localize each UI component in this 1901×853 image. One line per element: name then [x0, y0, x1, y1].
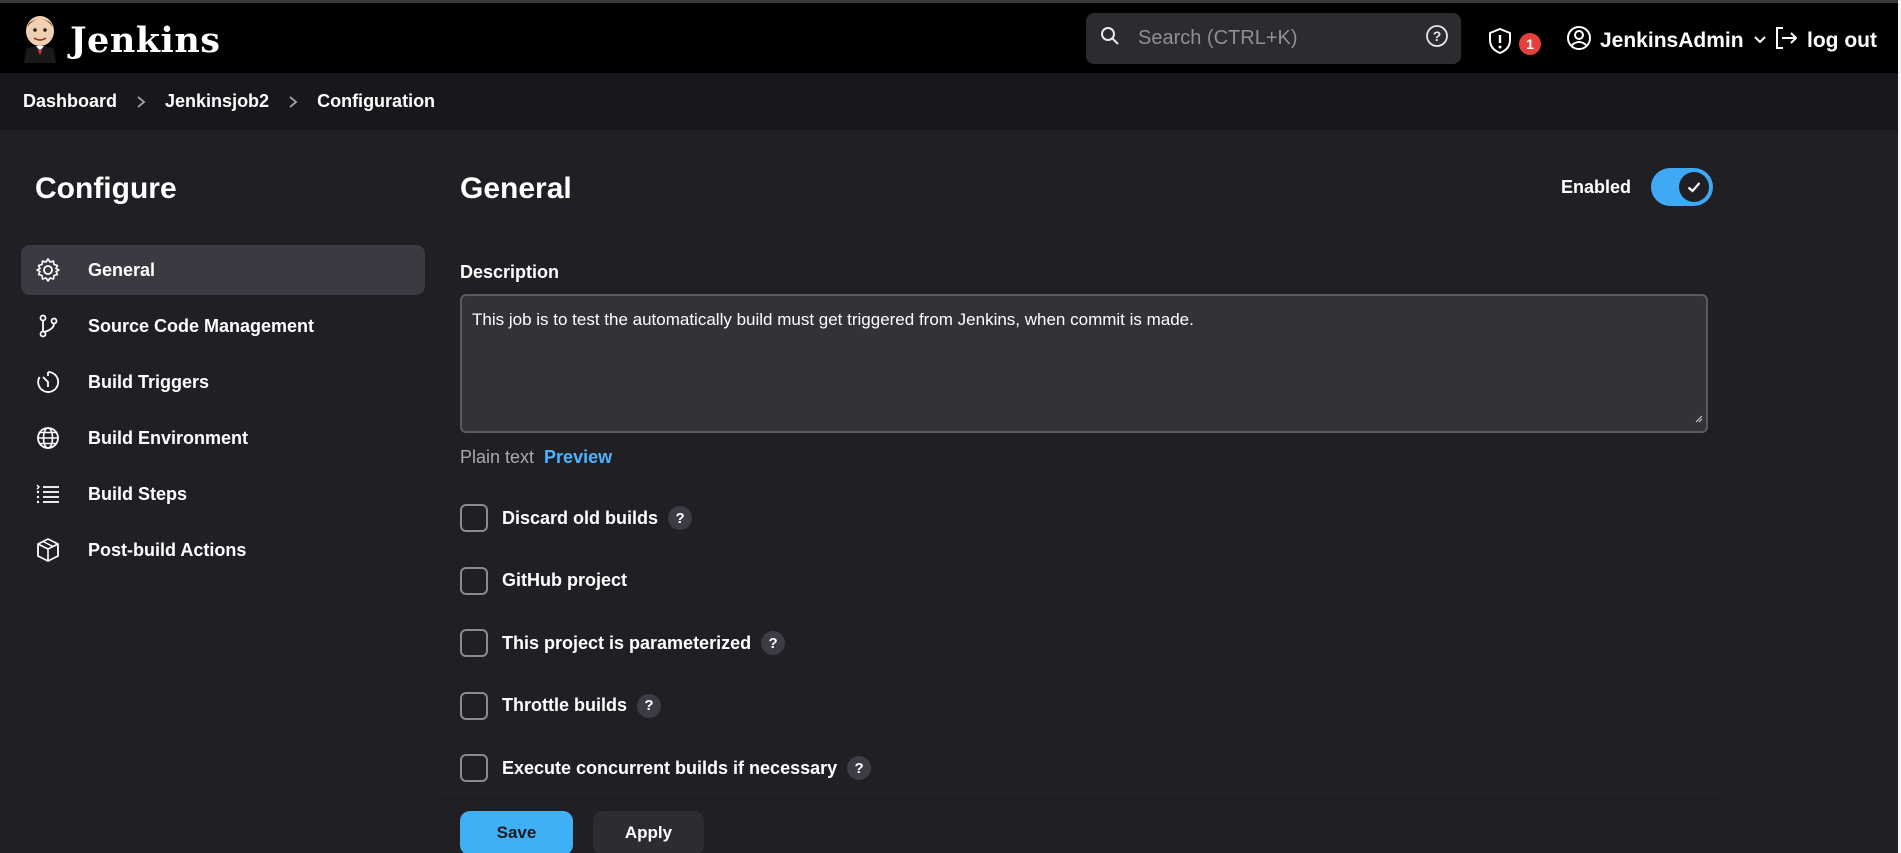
option-label[interactable]: Discard old builds	[502, 508, 658, 529]
sidebar-item-build-environment[interactable]: Build Environment	[21, 413, 425, 463]
gear-icon	[35, 257, 61, 283]
sidebar-title: Configure	[35, 172, 177, 205]
svg-text:?: ?	[1433, 28, 1442, 44]
help-icon[interactable]: ?	[847, 756, 872, 780]
sidebar-item-label: Build Triggers	[88, 371, 210, 392]
sidebar-nav: General Source Code Management Build Tri…	[21, 245, 425, 581]
top-header: Jenkins Search (CTRL+K) ? 1 JenkinsAdmin…	[0, 0, 1898, 73]
sidebar-item-build-triggers[interactable]: Build Triggers	[21, 357, 425, 407]
preview-link[interactable]: Preview	[544, 447, 612, 468]
sidebar-item-label: Build Environment	[88, 427, 249, 448]
description-format-row: Plain text Preview	[460, 447, 612, 468]
security-alerts-button[interactable]: 1	[1487, 27, 1541, 61]
username: JenkinsAdmin	[1600, 29, 1744, 52]
save-button[interactable]: Save	[460, 811, 573, 853]
sidebar-item-label: General	[88, 259, 156, 280]
concurrent-builds-checkbox[interactable]	[460, 754, 488, 782]
option-throttle-builds: Throttle builds ?	[460, 691, 871, 721]
user-menu-button[interactable]: JenkinsAdmin	[1566, 25, 1768, 57]
option-github-project: GitHub project	[460, 566, 871, 596]
breadcrumb-configuration[interactable]: Configuration	[317, 91, 435, 112]
search-box[interactable]: Search (CTRL+K) ?	[1086, 13, 1461, 64]
option-label[interactable]: Throttle builds	[502, 695, 627, 716]
sidebar-item-label: Post-build Actions	[88, 539, 247, 560]
help-circle-icon[interactable]: ?	[1425, 24, 1449, 53]
jenkins-configure-page: Jenkins Search (CTRL+K) ? 1 JenkinsAdmin…	[0, 0, 1901, 853]
timer-icon	[35, 369, 61, 395]
option-concurrent-builds: Execute concurrent builds if necessary ?	[460, 753, 872, 783]
search-icon	[1100, 26, 1120, 51]
help-icon[interactable]: ?	[761, 631, 786, 655]
chevron-right-icon	[135, 95, 147, 109]
parameterized-checkbox[interactable]	[460, 629, 488, 657]
list-icon	[35, 481, 61, 507]
globe-icon	[35, 425, 61, 451]
general-options: Discard old builds ? GitHub project This…	[460, 503, 872, 816]
github-project-checkbox[interactable]	[460, 566, 488, 595]
resize-grip-icon[interactable]	[1693, 408, 1703, 428]
option-label[interactable]: GitHub project	[502, 570, 627, 591]
option-label[interactable]: This project is parameterized	[502, 633, 751, 654]
option-discard-old-builds: Discard old builds ?	[460, 503, 871, 533]
logout-button[interactable]: log out	[1773, 25, 1877, 57]
discard-old-builds-checkbox[interactable]	[460, 504, 488, 532]
jenkins-home-link[interactable]: Jenkins	[22, 13, 220, 68]
jenkins-logo-icon	[22, 13, 58, 68]
brand-name: Jenkins	[70, 20, 221, 61]
sidebar-item-general[interactable]: General	[21, 245, 425, 295]
sidebar-item-source-code-management[interactable]: Source Code Management	[21, 301, 425, 351]
sidebar-item-build-steps[interactable]: Build Steps	[21, 469, 425, 519]
section-title: General	[460, 172, 572, 205]
description-label: Description	[460, 262, 560, 282]
git-branch-icon	[35, 313, 61, 339]
description-textarea[interactable]: This job is to test the automatically bu…	[460, 294, 1708, 433]
breadcrumb-job[interactable]: Jenkinsjob2	[165, 91, 269, 112]
sidebar-item-label: Build Steps	[88, 483, 188, 504]
logout-label: log out	[1807, 29, 1877, 52]
option-label[interactable]: Execute concurrent builds if necessary	[502, 758, 837, 779]
breadcrumb: Dashboard Jenkinsjob2 Configuration	[0, 73, 1898, 130]
check-icon	[1679, 172, 1710, 202]
sidebar-item-post-build-actions[interactable]: Post-build Actions	[21, 525, 425, 575]
security-count-badge: 1	[1519, 33, 1541, 55]
sidebar-item-label: Source Code Management	[88, 315, 315, 336]
apply-button[interactable]: Apply	[593, 811, 704, 853]
shield-alert-icon	[1487, 27, 1513, 61]
enabled-toggle[interactable]	[1651, 168, 1714, 206]
user-avatar-icon	[1566, 25, 1592, 57]
help-icon[interactable]: ?	[668, 506, 693, 530]
help-icon[interactable]: ?	[637, 693, 661, 718]
description-text: This job is to test the automatically bu…	[472, 310, 1194, 329]
logout-icon	[1773, 25, 1799, 57]
enabled-label: Enabled	[1561, 176, 1632, 197]
plain-text-label: Plain text	[460, 447, 535, 467]
chevron-right-icon	[287, 95, 299, 109]
search-input[interactable]: Search (CTRL+K)	[1138, 27, 1425, 50]
throttle-builds-checkbox[interactable]	[460, 691, 488, 720]
chevron-down-icon	[1752, 29, 1768, 53]
enabled-control: Enabled	[1561, 168, 1714, 206]
breadcrumb-dashboard[interactable]: Dashboard	[23, 91, 117, 112]
option-parameterized: This project is parameterized ?	[460, 628, 871, 658]
cube-icon	[35, 537, 61, 563]
